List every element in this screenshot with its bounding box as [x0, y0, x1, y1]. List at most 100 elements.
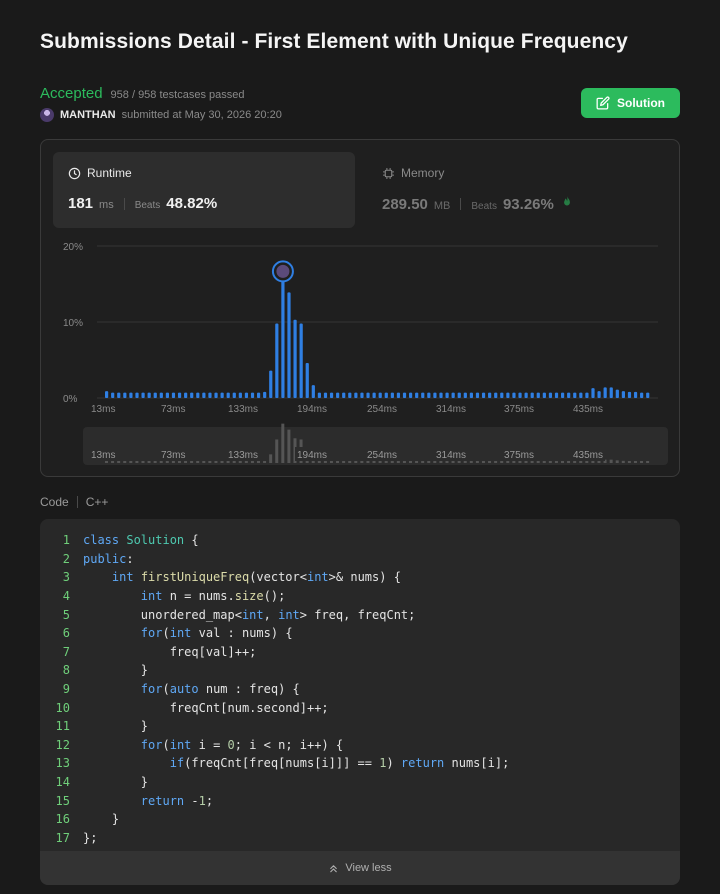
chart-bar [384, 392, 388, 398]
chart-bar [129, 392, 133, 398]
code-token: - [184, 793, 199, 808]
code-token: int [278, 607, 300, 622]
code-line-text: unordered_map<int, int> freq, freqCnt; [83, 607, 416, 622]
minimap-bar [640, 461, 644, 463]
code-token: } [83, 719, 149, 734]
minimap-bar [457, 461, 461, 463]
chart-bar [378, 392, 382, 398]
minimap-bar [177, 461, 181, 463]
code-line: 9 for(auto num : freq) { [40, 680, 680, 699]
chart-bar [457, 392, 461, 398]
status-row: Accepted 958 / 958 testcases passed [40, 85, 244, 102]
clock-icon [68, 167, 81, 179]
runtime-value: 181 [68, 195, 94, 212]
minimap-bar [263, 461, 267, 463]
code-line-text: int firstUniqueFreq(vector<int>& nums) { [83, 570, 401, 584]
accepted-status: Accepted [40, 85, 103, 102]
code-line-text: int n = nums.size(); [83, 589, 286, 603]
chart-bar [488, 392, 492, 398]
chart-bar [184, 392, 188, 398]
minimap-bar [506, 461, 510, 463]
username-link[interactable]: MANTHAN [60, 109, 116, 121]
line-number: 10 [55, 700, 70, 715]
code-token: return [140, 793, 185, 808]
minimap-bar [214, 461, 218, 463]
chart-bar [257, 392, 261, 398]
minimap-tick-label: 254ms [367, 450, 397, 461]
chart-bar [646, 392, 650, 398]
chart-bar [615, 389, 619, 398]
view-less-button[interactable]: View less [40, 851, 680, 885]
minimap-bar [494, 461, 498, 463]
chart-bar [554, 392, 559, 398]
minimap-bar [554, 461, 558, 463]
minimap-bar [597, 460, 601, 463]
code-line: 13 if(freqCnt[freq[nums[i]]] == 1) retur… [40, 754, 680, 773]
chart-bar [481, 392, 486, 398]
minimap-bar [396, 461, 400, 463]
memory-beats-label: Beats [471, 201, 497, 212]
code-token: int [306, 570, 329, 585]
minimap-bar [360, 461, 364, 463]
runtime-panel[interactable]: Runtime 181 ms Beats 48.82% [53, 152, 355, 228]
code-line: 17}; [40, 829, 680, 848]
chart-bar [105, 391, 109, 398]
chart-bar [627, 391, 632, 398]
chart-bar [451, 392, 455, 398]
submitted-time: submitted at May 30, 2026 20:20 [121, 109, 282, 121]
minimap-bar [342, 461, 346, 463]
code-line: 3 int firstUniqueFreq(vector<int>& nums)… [40, 568, 680, 587]
minimap-bar [390, 461, 394, 463]
minimap-bar [451, 461, 455, 463]
minimap-bar [147, 461, 151, 463]
chart-bar [250, 392, 255, 398]
runtime-distribution-chart[interactable]: 20% 10% 0% 13ms 73ms 133ms 194ms 254ms 314ms 375m… [41, 236, 681, 472]
code-token: ; i < n; i++) { [234, 737, 344, 752]
code-line-text: freq[val]++; [83, 644, 257, 659]
chart-bar [591, 388, 595, 398]
avatar[interactable] [40, 108, 54, 122]
x-tick-label: 314ms [436, 404, 466, 415]
line-number: 12 [55, 737, 70, 752]
minimap-bar [488, 461, 492, 463]
code-tab[interactable]: Code [40, 495, 69, 509]
code-token: num : freq) { [198, 682, 300, 697]
code-token: : [126, 551, 134, 566]
code-token: val : nums) { [191, 626, 293, 641]
minimap-bar [548, 461, 552, 463]
x-tick-label: 73ms [161, 404, 185, 415]
solution-button[interactable]: Solution [581, 88, 680, 118]
chart-bar [500, 392, 504, 398]
chart-bar [323, 392, 328, 398]
chart-bar [232, 392, 236, 398]
minimap-bar [573, 461, 577, 463]
chart-bar [329, 392, 334, 398]
code-block[interactable]: 1 class Solution {2 public: 3 int firstUniq… [40, 519, 680, 885]
code-line-text: } [83, 663, 148, 677]
chart-bar [475, 392, 480, 398]
chart-bar [299, 323, 303, 398]
divider [460, 198, 462, 210]
chart-bar [202, 392, 206, 398]
chart-bar [348, 392, 352, 398]
chart-bar [153, 392, 157, 398]
code-token: freqCnt[num.second]++; [83, 700, 329, 715]
chart-bar [275, 323, 279, 398]
minimap-bar [329, 461, 333, 463]
minimap-bar [536, 461, 540, 463]
chart-bar [439, 392, 443, 398]
memory-panel[interactable]: Memory 289.50 MB Beats 93.26% [367, 152, 669, 228]
line-number: 16 [55, 812, 70, 827]
minimap-tick-label: 73ms [161, 450, 185, 461]
solution-button-label: Solution [617, 96, 665, 110]
code-token: >& nums) { [328, 570, 401, 585]
line-number: 3 [62, 570, 70, 585]
chart-bar [506, 392, 510, 398]
minimap-tick-label: 194ms [297, 450, 327, 461]
minimap-bar [105, 460, 108, 463]
code-token: freq[val]++; [83, 644, 257, 659]
runtime-label: Runtime [87, 166, 132, 180]
chart-bar [640, 392, 644, 398]
y-tick-label: 0% [63, 394, 78, 405]
